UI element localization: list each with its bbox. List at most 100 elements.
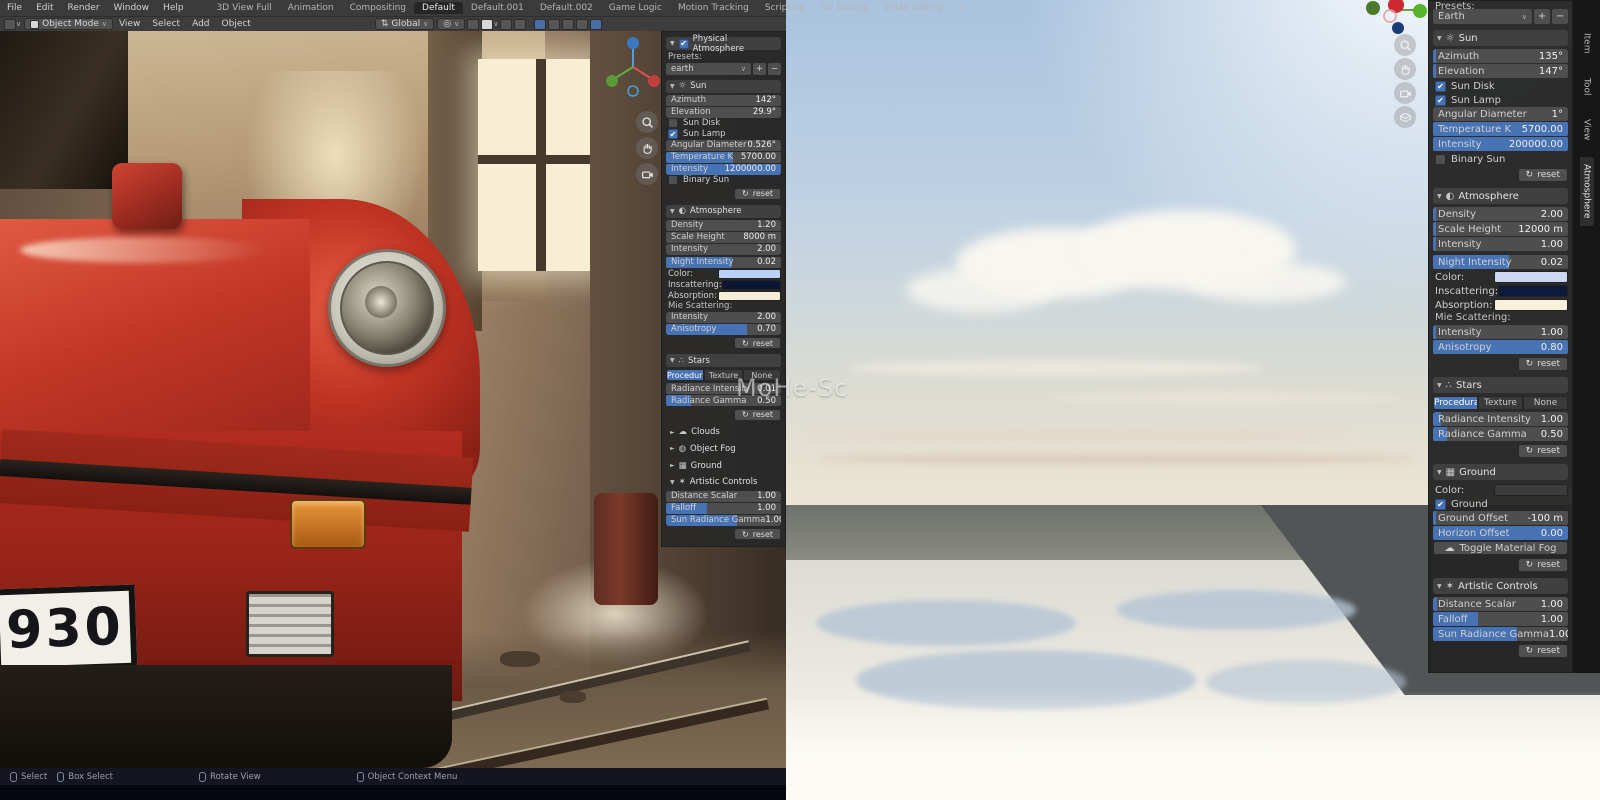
overlays-toggle-icon[interactable]: [514, 19, 526, 30]
atmosphere-reset-button[interactable]: ↻reset: [734, 337, 781, 349]
sidebar-tab-atmosphere[interactable]: Atmosphere: [1580, 157, 1594, 225]
zoom-button[interactable]: [1394, 34, 1416, 56]
elevation-slider[interactable]: Elevation29.9°: [666, 107, 781, 118]
layout-tab-animation[interactable]: Animation: [280, 2, 342, 14]
absorption-swatch[interactable]: [718, 291, 781, 301]
add-preset-button[interactable]: +: [753, 63, 766, 75]
layout-tab-default-002[interactable]: Default.002: [532, 2, 601, 14]
radiance-gamma-slider[interactable]: Radiance Gamma0.50: [1433, 427, 1568, 441]
angular-diameter-slider[interactable]: Angular Diameter0.526°: [666, 140, 781, 151]
shading-solid-icon[interactable]: [548, 19, 560, 30]
layout-tab-scripting[interactable]: Scripting: [757, 2, 813, 14]
distance-scalar-slider[interactable]: Distance Scalar1.00: [666, 491, 781, 502]
editor-type-icon[interactable]: [4, 19, 16, 30]
sun-section-header[interactable]: ▼ ☼ Sun: [1433, 30, 1568, 46]
falloff-slider[interactable]: Falloff1.00: [1433, 612, 1568, 626]
atm-intensity-slider[interactable]: Intensity1.00: [1433, 237, 1568, 251]
sun-reset-button[interactable]: ↻reset: [734, 188, 781, 200]
artistic-controls-section-header[interactable]: ▼ ✶ Artistic Controls: [1433, 578, 1568, 594]
night-intensity-slider[interactable]: Night Intensity0.02: [666, 257, 781, 268]
sun-disk-checkbox[interactable]: Sun Disk: [666, 118, 781, 129]
menu-help[interactable]: Help: [156, 3, 191, 13]
atmosphere-section-header[interactable]: ▼ ◐ Atmosphere: [666, 205, 781, 218]
panel-enable-checkbox[interactable]: ✔: [679, 39, 689, 49]
remove-preset-button[interactable]: −: [1552, 9, 1568, 24]
temperature-slider[interactable]: Temperature K5700.00: [1433, 122, 1568, 136]
preset-dropdown[interactable]: Earth∨: [1433, 9, 1532, 24]
camera-view-button[interactable]: [636, 163, 658, 185]
stars-tab-procedural[interactable]: Procedural: [1433, 396, 1478, 410]
sidebar-tab-tool[interactable]: Tool: [1580, 71, 1594, 102]
xray-toggle-icon[interactable]: [534, 19, 546, 30]
sun-lamp-checkbox[interactable]: ✔Sun Lamp: [1433, 93, 1568, 107]
ground-color-swatch[interactable]: [1494, 484, 1568, 496]
viewport-menu-view[interactable]: View: [113, 19, 146, 29]
move-view-button[interactable]: [1394, 58, 1416, 80]
shading-rendered-icon[interactable]: [576, 19, 588, 30]
ground-reset-button[interactable]: ↻reset: [1518, 558, 1568, 572]
stars-tab-texture[interactable]: Texture: [1478, 396, 1523, 410]
zoom-button[interactable]: [636, 111, 658, 133]
scale-height-slider[interactable]: Scale Height12000 m: [1433, 222, 1568, 236]
viewport-menu-select[interactable]: Select: [146, 19, 186, 29]
sun-disk-checkbox[interactable]: ✔Sun Disk: [1433, 79, 1568, 93]
anisotropy-slider[interactable]: Anisotropy0.70: [666, 324, 781, 335]
object-fog-section-header[interactable]: ► ◍ Object Fog: [666, 442, 781, 455]
ground-section-header[interactable]: ► ▦ Ground: [666, 459, 781, 472]
move-view-button[interactable]: [636, 137, 658, 159]
shading-current-icon[interactable]: [590, 19, 602, 30]
color-swatch[interactable]: [1494, 271, 1568, 283]
grid-view-button[interactable]: [1394, 106, 1416, 128]
camera-view-button[interactable]: [1394, 82, 1416, 104]
clouds-section-header[interactable]: ► ☁ Clouds: [666, 426, 781, 439]
sun-lamp-checkbox[interactable]: ✔Sun Lamp: [666, 129, 781, 140]
atm-intensity-slider[interactable]: Intensity2.00: [666, 244, 781, 255]
azimuth-slider[interactable]: Azimuth142°: [666, 95, 781, 106]
layout-tab-compositing[interactable]: Compositing: [342, 2, 414, 14]
horizon-offset-slider[interactable]: Horizon Offset0.00: [1433, 526, 1568, 540]
navigation-gizmo[interactable]: [604, 35, 662, 99]
layout-tab-uv-editing[interactable]: UV Editing: [813, 2, 876, 14]
sun-reset-button[interactable]: ↻reset: [1518, 168, 1568, 182]
ground-checkbox[interactable]: ✔Ground: [1433, 497, 1568, 511]
density-slider[interactable]: Density1.20: [666, 220, 781, 231]
sun-radiance-gamma-slider[interactable]: Sun Radiance Gamma1.00: [1433, 627, 1568, 641]
scale-height-slider[interactable]: Scale Height8000 m: [666, 232, 781, 243]
shading-material-icon[interactable]: [562, 19, 574, 30]
radiance-intensity-slider[interactable]: Radiance Intensity1.00: [1433, 412, 1568, 426]
proportional-edit-icon[interactable]: [481, 19, 493, 30]
menu-window[interactable]: Window: [107, 3, 157, 13]
anisotropy-slider[interactable]: Anisotropy0.80: [1433, 340, 1568, 354]
layout-tab-video-editing[interactable]: Video Editing: [876, 2, 951, 14]
artistic-controls-section-header[interactable]: ▼ ✶ Artistic Controls: [666, 476, 781, 489]
mie-intensity-slider[interactable]: Intensity2.00: [666, 312, 781, 323]
stars-section-header[interactable]: ▼ ∴ Stars: [1433, 377, 1568, 393]
sidebar-tab-view[interactable]: View: [1580, 112, 1594, 147]
atmosphere-section-header[interactable]: ▼ ◐ Atmosphere: [1433, 188, 1568, 204]
viewport-menu-add[interactable]: Add: [186, 19, 215, 29]
ground-offset-slider[interactable]: Ground Offset-100 m: [1433, 511, 1568, 525]
layout-tab-default-001[interactable]: Default.001: [463, 2, 532, 14]
inscattering-swatch[interactable]: [722, 280, 781, 290]
toggle-material-fog-button[interactable]: ☁Toggle Material Fog: [1433, 541, 1568, 555]
viewport-3d-left[interactable]: 930: [0, 31, 786, 768]
menu-render[interactable]: Render: [61, 3, 107, 13]
artistic-reset-button[interactable]: ↻reset: [1518, 644, 1568, 658]
menu-edit[interactable]: Edit: [29, 3, 60, 13]
ground-section-header[interactable]: ▼ ▦ Ground: [1433, 464, 1568, 480]
mode-dropdown[interactable]: Object Mode ∨: [24, 18, 113, 30]
pivot-point-dropdown[interactable]: ◎ ∨: [437, 18, 465, 30]
absorption-swatch[interactable]: [1494, 299, 1568, 311]
falloff-slider[interactable]: Falloff1.00: [666, 503, 781, 514]
menu-file[interactable]: File: [0, 3, 29, 13]
elevation-slider[interactable]: Elevation147°: [1433, 64, 1568, 78]
mie-intensity-slider[interactable]: Intensity1.00: [1433, 325, 1568, 339]
temperature-slider[interactable]: Temperature K5700.00: [666, 152, 781, 163]
snap-magnet-icon[interactable]: [467, 19, 479, 30]
stars-section-header[interactable]: ▼ ∴ Stars: [666, 354, 781, 367]
panel-header[interactable]: ▼ ✔ Physical Atmosphere: [666, 37, 781, 50]
stars-reset-button[interactable]: ↻reset: [1518, 444, 1568, 458]
layout-tab-3d-view-full[interactable]: 3D View Full: [209, 2, 280, 14]
sidebar-tab-item[interactable]: Item: [1580, 26, 1594, 61]
add-preset-button[interactable]: +: [1534, 9, 1550, 24]
